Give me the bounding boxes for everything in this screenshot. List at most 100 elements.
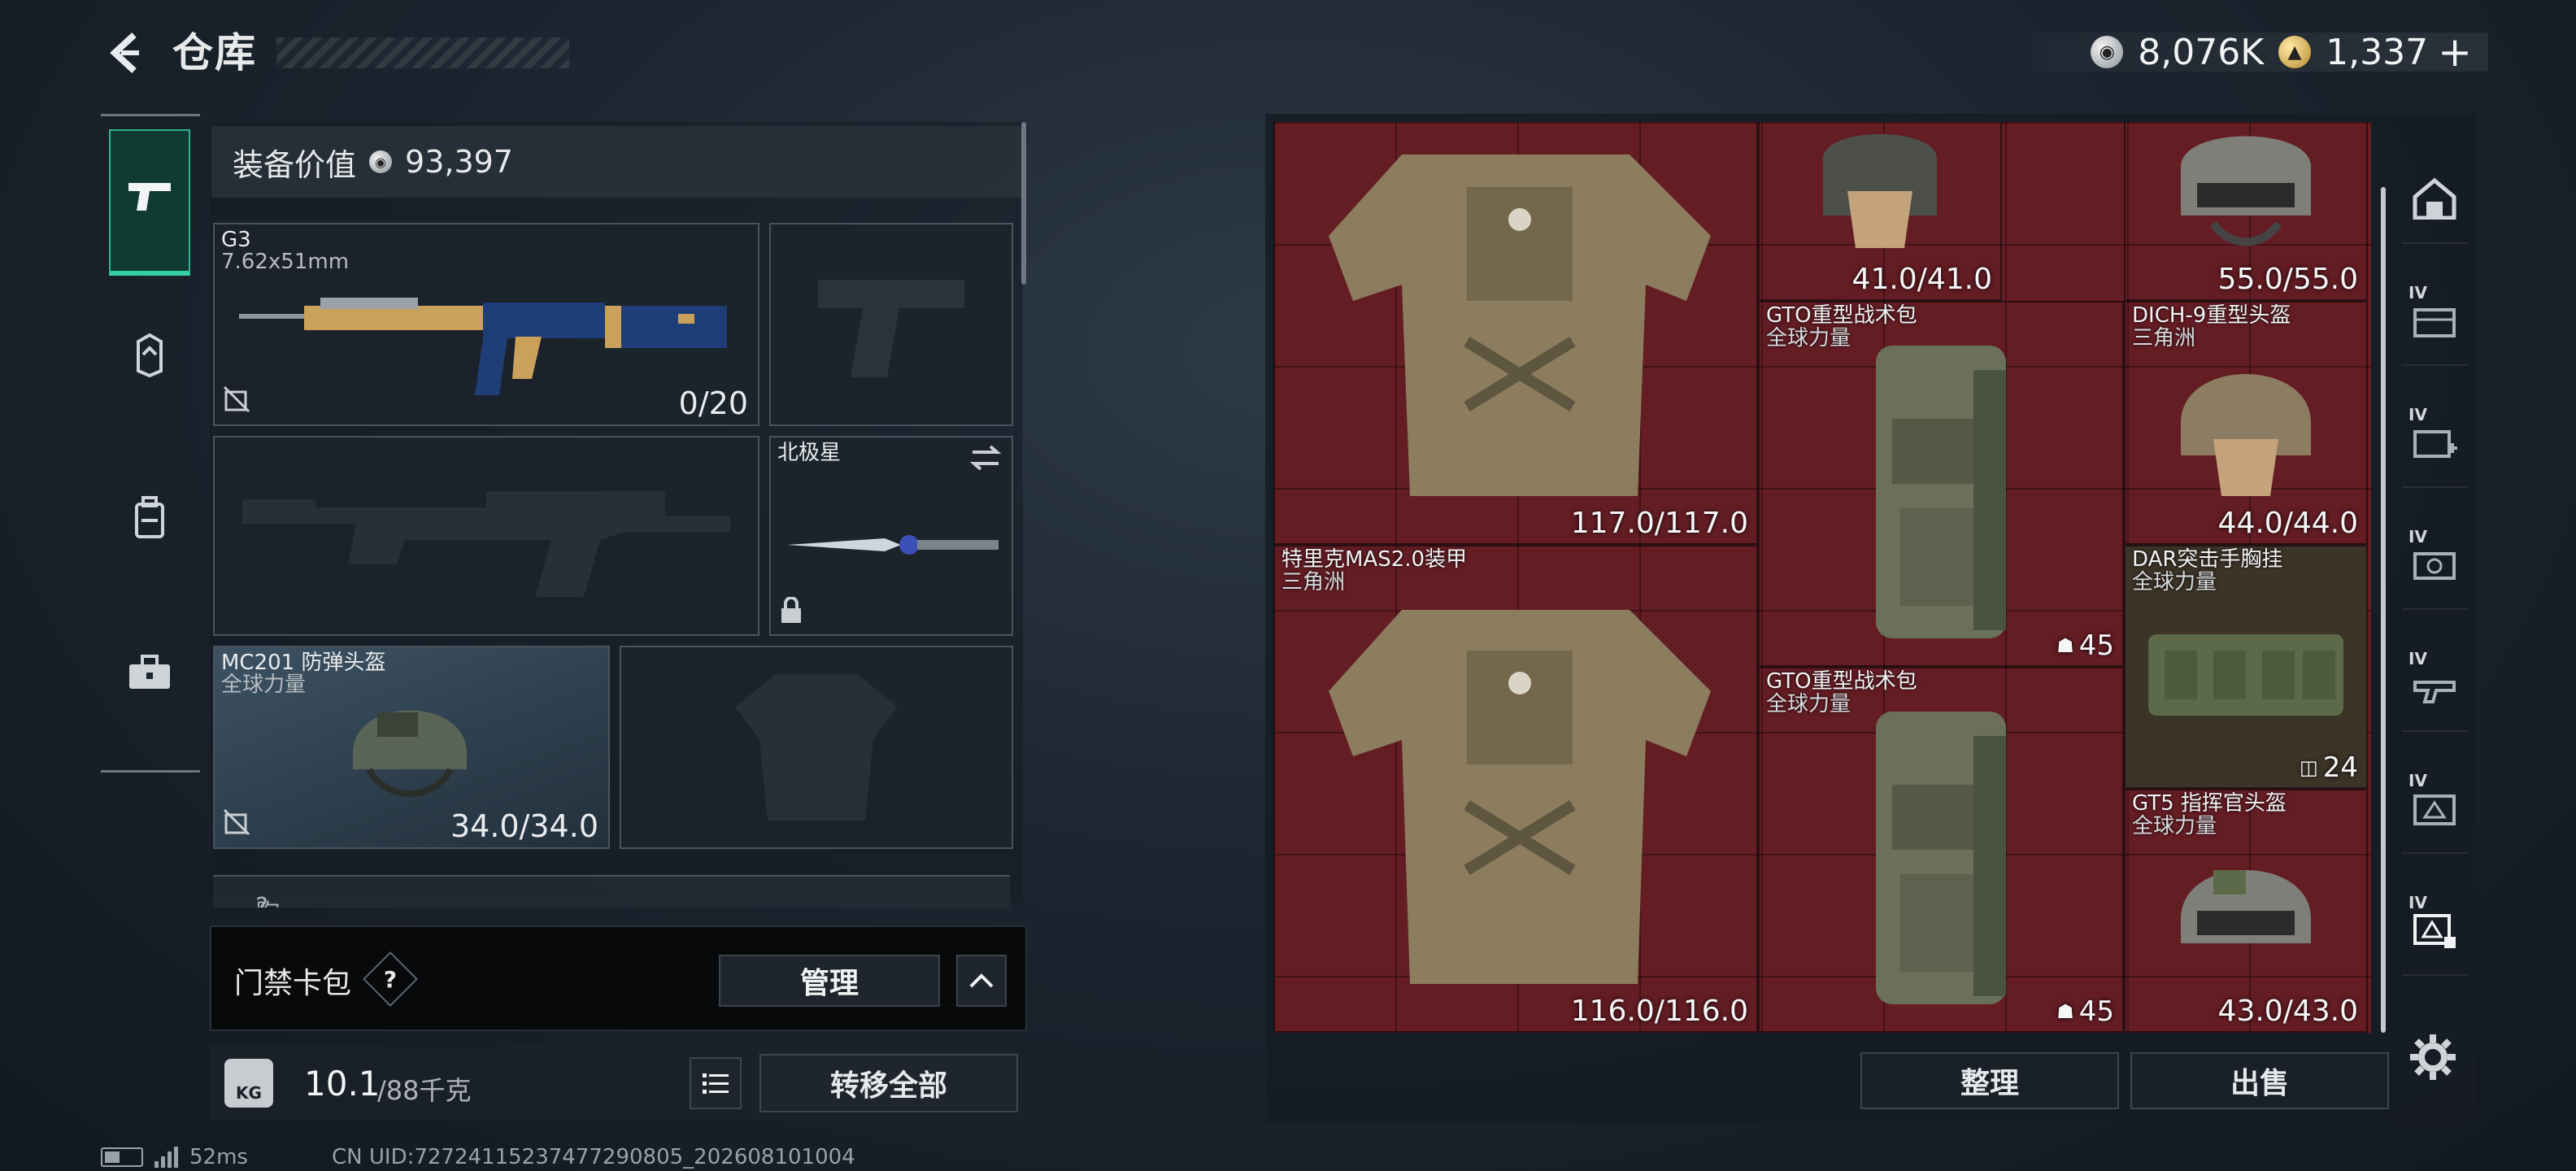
armor-image <box>1283 555 1748 1023</box>
stash-item-helmet[interactable]: 41.0/41.0 <box>1758 122 2002 301</box>
add-currency-button[interactable]: + <box>2438 28 2472 76</box>
item-durability: 116.0/116.0 <box>1570 995 1748 1028</box>
carry-weight-bar: KG 10.1 /88千克 转移全部 <box>210 1046 1027 1121</box>
page-title: 仓库 <box>172 29 257 76</box>
tab-storage-box[interactable]: IV <box>2402 276 2467 366</box>
stash-home-icon <box>2413 177 2456 220</box>
chest-rig-slot[interactable]: 胸挂 ? <box>213 875 1010 908</box>
ammo-count: 0/20 <box>678 385 748 421</box>
back-button[interactable] <box>98 24 154 81</box>
chevron-up-icon <box>969 973 994 988</box>
keycard-wallet-label: 门禁卡包 <box>234 967 352 1000</box>
weapon-case-icon <box>2413 681 2456 703</box>
backpack-icon <box>132 496 168 550</box>
tab-case[interactable] <box>109 604 190 751</box>
swap-icon[interactable] <box>969 444 1002 478</box>
transfer-all-button[interactable]: 转移全部 <box>759 1054 1018 1112</box>
stash-scrollbar[interactable] <box>2381 187 2386 1033</box>
tab-stash-home[interactable] <box>2402 155 2467 244</box>
tab-armor[interactable] <box>109 287 190 433</box>
primary-weapon-slot[interactable]: G3 7.62x51mm 0/20 <box>213 223 759 426</box>
stash-item-chest-rig[interactable]: DAR突击手胸挂 全球力量 ◫ 24 <box>2124 545 2368 789</box>
signal-icon <box>154 1147 178 1168</box>
status-bar: 52ms <box>101 1145 248 1169</box>
weapon-name: G3 <box>221 228 251 252</box>
title-decoration <box>276 37 569 68</box>
tab-weapon-case[interactable]: IV <box>2402 642 2467 732</box>
storage-box-icon <box>2413 308 2456 337</box>
backpack-image <box>1768 677 2114 1023</box>
stash-item-backpack[interactable]: GTO重型战术包 全球力量 ☗ 45 <box>1758 667 2124 1033</box>
secondary-weapon-slot-empty[interactable] <box>213 436 759 636</box>
armor-image <box>1283 122 1748 535</box>
item-durability: 44.0/44.0 <box>2217 507 2358 540</box>
manage-button[interactable]: 管理 <box>719 955 940 1007</box>
item-durability: 55.0/55.0 <box>2217 263 2358 296</box>
melee-slot[interactable]: 北极星 <box>769 436 1013 636</box>
keycard-help-button[interactable]: ? <box>363 951 418 1007</box>
pistol-slot-empty[interactable] <box>769 223 1013 426</box>
helmet-image <box>2134 799 2358 1023</box>
equipment-value-header: 装备价值 ◉ 93,397 <box>211 126 1021 198</box>
rifle-placeholder-icon <box>231 454 742 618</box>
gold-coin-icon: ▲ <box>2278 36 2312 68</box>
briefcase-icon <box>128 655 172 700</box>
keycard-wallet-bar: 门禁卡包 ? 管理 <box>210 925 1027 1031</box>
special-case-icon <box>2413 914 2456 948</box>
sell-button[interactable]: 出售 <box>2130 1052 2389 1109</box>
equipment-value: 93,397 <box>405 144 513 180</box>
settings-button[interactable] <box>2404 1028 2462 1086</box>
backpack-image <box>1768 311 2114 657</box>
armor-slot-empty[interactable] <box>620 646 1013 849</box>
item-durability: 41.0/41.0 <box>1852 263 1992 296</box>
medical-case-icon <box>2413 430 2457 458</box>
sort-button[interactable]: 整理 <box>1860 1052 2119 1109</box>
stash-item-armor[interactable]: 117.0/117.0 <box>1273 122 1758 545</box>
tab-weapons[interactable] <box>109 129 190 276</box>
count-icon: ☗ <box>2056 634 2074 657</box>
silver-coin-icon: ◉ <box>2091 36 2124 68</box>
silver-coin-icon: ◉ <box>369 150 393 173</box>
stash-item-armor[interactable]: 特里克MAS2.0装甲 三角洲 116.0/116.0 <box>1273 545 1758 1033</box>
stash-item-helmet[interactable]: DICH-9重型头盔 三角洲 44.0/44.0 <box>2124 301 2368 545</box>
silver-currency-amount: 8,076K <box>2138 31 2265 73</box>
knife-image <box>787 535 999 555</box>
list-view-button[interactable] <box>690 1057 742 1109</box>
currency-bar: ◉ 8,076K ▲ 1,337 + <box>2033 28 2488 76</box>
ping-value: 52ms <box>189 1145 248 1169</box>
collapse-button[interactable] <box>956 955 1007 1007</box>
pistol-icon <box>125 178 174 224</box>
equipment-scrollbar[interactable] <box>1021 122 1026 285</box>
equipment-value-label: 装备价值 <box>233 146 357 183</box>
gold-currency-amount: 1,337 <box>2326 31 2429 73</box>
stash-item-backpack[interactable]: GTO重型战术包 全球力量 ☗ 45 <box>1758 301 2124 667</box>
armor-placeholder-icon <box>637 664 995 831</box>
tab-tactical-case[interactable]: IV <box>2402 764 2467 854</box>
back-arrow-icon <box>110 33 139 73</box>
ammo-case-icon <box>2413 552 2456 580</box>
g3-rifle-image <box>239 298 727 395</box>
weight-current: 10.1 <box>304 1064 381 1104</box>
tab-medical-case[interactable]: IV <box>2402 398 2467 488</box>
tab-ammo-case[interactable]: IV <box>2402 520 2467 610</box>
no-insurance-icon <box>223 808 250 842</box>
armor-tag-icon <box>132 333 168 387</box>
weapon-caliber: 7.62x51mm <box>221 250 350 274</box>
tab-backpack[interactable] <box>109 450 190 596</box>
helmet-slot[interactable]: MC201 防弹头盔 全球力量 34.0/34.0 <box>213 646 610 849</box>
weight-max: /88千克 <box>377 1075 472 1106</box>
weight-icon: KG <box>224 1059 273 1108</box>
count-icon: ☗ <box>2056 1000 2074 1023</box>
stash-item-helmet[interactable]: 55.0/55.0 <box>2124 122 2368 301</box>
no-insurance-icon <box>223 385 250 420</box>
helmet-durability: 34.0/34.0 <box>450 808 598 844</box>
slots-icon: ◫ <box>2300 756 2318 779</box>
helmet-image <box>2134 311 2358 535</box>
user-uid: CN UID:72724115237477290805_202608101004 <box>332 1145 855 1169</box>
stash-container-tabs: IV IV IV IV IV IV <box>2394 155 2475 976</box>
item-durability: 117.0/117.0 <box>1570 507 1748 540</box>
item-count: ☗ 45 <box>2056 629 2114 662</box>
battery-icon <box>101 1147 143 1167</box>
tab-special-case[interactable]: IV <box>2402 886 2467 976</box>
stash-item-helmet[interactable]: GT5 指挥官头盔 全球力量 43.0/43.0 <box>2124 789 2368 1033</box>
